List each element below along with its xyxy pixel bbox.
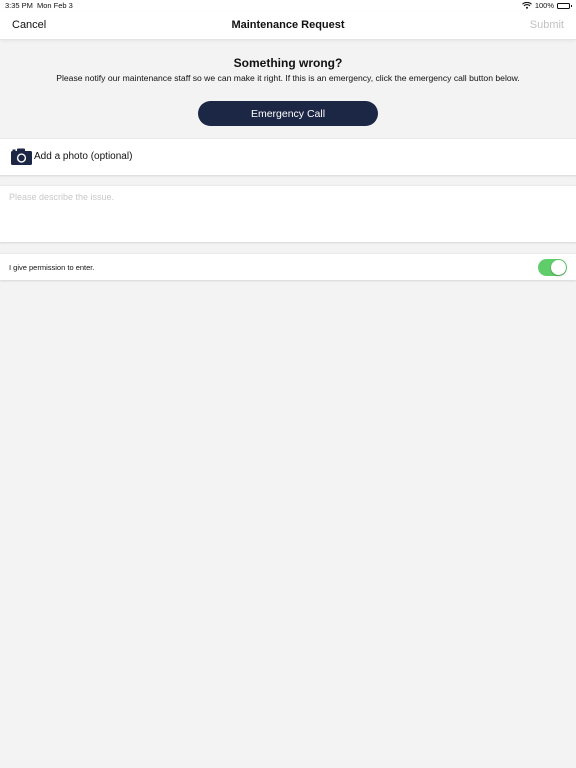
permission-label: I give permission to enter. — [9, 263, 95, 272]
wifi-icon — [521, 2, 532, 9]
intro-section: Something wrong? Please notify our maint… — [0, 40, 576, 138]
add-photo-label: Add a photo (optional) — [34, 151, 133, 162]
submit-button[interactable]: Submit — [530, 19, 564, 31]
battery-percent: 100% — [534, 1, 554, 10]
page-title: Maintenance Request — [231, 19, 345, 31]
status-bar: 3:35 PM Mon Feb 3 100% — [0, 0, 576, 12]
emergency-call-button[interactable]: Emergency Call — [198, 101, 378, 126]
status-date: Mon Feb 3 — [37, 1, 73, 10]
status-indicators: 100% — [521, 1, 572, 10]
issue-description-input[interactable] — [0, 186, 576, 242]
intro-heading: Something wrong? — [233, 56, 343, 70]
nav-bar: Cancel Maintenance Request Submit — [0, 12, 576, 40]
toggle-knob — [551, 260, 566, 275]
permission-toggle[interactable] — [538, 259, 567, 276]
add-photo-row[interactable]: Add a photo (optional) — [0, 139, 576, 175]
camera-icon — [11, 148, 32, 165]
status-time: 3:35 PM — [5, 1, 33, 10]
permission-row: I give permission to enter. — [0, 254, 576, 280]
intro-description: Please notify our maintenance staff so w… — [56, 73, 520, 83]
battery-icon — [557, 2, 572, 9]
issue-description-box — [0, 186, 576, 242]
